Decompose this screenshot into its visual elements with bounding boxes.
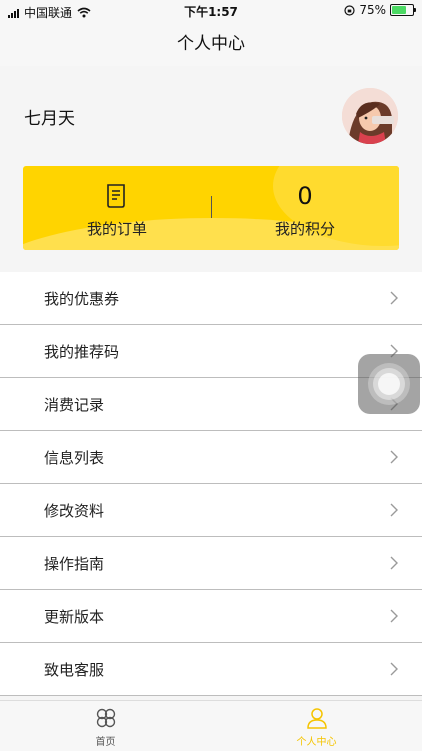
tab-bar: 首页 个人中心: [0, 700, 422, 751]
order-list-icon: [103, 182, 131, 210]
menu-item-label: 消费记录: [44, 396, 105, 414]
page-title: 个人中心: [177, 34, 245, 54]
my-points-button[interactable]: 0 我的积分: [211, 166, 399, 250]
points-value: 0: [297, 182, 313, 210]
my-orders-label: 我的订单: [86, 220, 147, 238]
menu-item-label: 我的优惠券: [44, 290, 120, 308]
battery-level: [392, 6, 406, 14]
clover-icon: [96, 708, 116, 728]
chevron-right-icon: [390, 662, 398, 676]
chevron-right-icon: [390, 609, 398, 623]
tab-personal-center[interactable]: 个人中心: [211, 701, 422, 751]
tab-personal-center-label: 个人中心: [296, 737, 337, 748]
menu-item-call-service[interactable]: 致电客服: [0, 643, 422, 696]
avatar[interactable]: [342, 88, 398, 144]
menu-item-messages[interactable]: 信息列表: [0, 431, 422, 484]
menu-item-label: 我的推荐码: [44, 343, 120, 361]
menu-item-label: 信息列表: [44, 449, 105, 467]
menu-item-edit-profile[interactable]: 修改资料: [0, 484, 422, 537]
my-orders-button[interactable]: 我的订单: [23, 166, 211, 250]
chevron-right-icon: [390, 556, 398, 570]
menu-item-coupons[interactable]: 我的优惠券: [0, 272, 422, 325]
battery-icon: [390, 4, 416, 16]
menu-item-update-version[interactable]: 更新版本: [0, 590, 422, 643]
tab-home[interactable]: 首页: [0, 701, 211, 751]
profile-section: 七月天: [0, 66, 422, 166]
status-bar: 中国联通 下午1:57 75%: [0, 0, 422, 22]
tab-home-label: 首页: [95, 737, 116, 748]
chevron-right-icon: [390, 503, 398, 517]
nav-bar: 个人中心: [0, 22, 422, 66]
assistive-ring-inner: [378, 373, 400, 395]
menu-item-label: 更新版本: [44, 608, 105, 626]
menu-item-label: 修改资料: [44, 502, 105, 520]
username: 七月天: [24, 109, 75, 129]
menu-item-label: 致电客服: [44, 661, 105, 679]
battery-percent: 75%: [359, 3, 386, 17]
chevron-right-icon: [390, 291, 398, 305]
assistive-touch-button[interactable]: [358, 354, 420, 414]
stats-card: 我的订单 0 我的积分: [23, 166, 399, 250]
orientation-lock-icon: [344, 4, 355, 16]
status-right: 75%: [344, 3, 416, 17]
chevron-right-icon: [390, 450, 398, 464]
my-points-label: 我的积分: [274, 220, 335, 238]
menu-list: 我的优惠券 我的推荐码 消费记录 信息列表 修改资料 操作指南 更新版本 致电客…: [0, 272, 422, 696]
avatar-illustration: [342, 88, 398, 144]
menu-item-label: 操作指南: [44, 555, 105, 573]
person-icon: [307, 708, 327, 729]
menu-item-guide[interactable]: 操作指南: [0, 537, 422, 590]
